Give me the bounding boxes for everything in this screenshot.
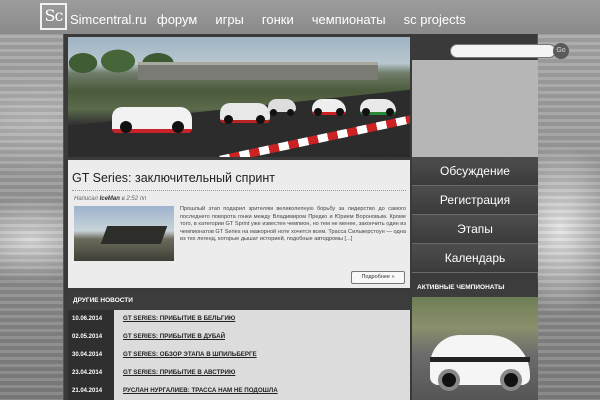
- news-date: 21.04.2014: [68, 382, 114, 400]
- hero-car: [112, 107, 192, 133]
- hero-car: [312, 99, 346, 116]
- article-title[interactable]: GT Series: заключительный спринт: [72, 171, 275, 185]
- hero-car: [220, 103, 270, 124]
- menu-stages[interactable]: Этапы: [412, 215, 538, 244]
- featured-article: GT Series: заключительный спринт Написал…: [68, 160, 410, 288]
- menu-calendar[interactable]: Календарь: [412, 244, 538, 273]
- car-wheel: [500, 369, 522, 391]
- news-date: 30.04.2014: [68, 346, 114, 364]
- nav-games[interactable]: игры: [215, 12, 244, 27]
- article-divider: [72, 190, 406, 191]
- hero-car: [360, 99, 396, 116]
- news-link[interactable]: GT SERIES: ПРИБЫТИЕ В БЕЛЬГИЮ: [114, 310, 410, 328]
- article-meta-prefix: Написал: [74, 196, 98, 202]
- hero-banner-image: [68, 37, 410, 157]
- read-more-button[interactable]: Подробнее »: [351, 271, 405, 284]
- news-link[interactable]: GT SERIES: ПРИБЫТИЕ В ДУБАЙ: [114, 328, 410, 346]
- news-item: 30.04.2014 GT SERIES: ОБЗОР ЭТАПА В ШПИЛ…: [68, 346, 410, 364]
- menu-discussion[interactable]: Обсуждение: [412, 157, 538, 186]
- nav-sc-projects[interactable]: sc projects: [404, 12, 466, 27]
- top-navigation-bar: Sc Simcentral.ru форум игры гонки чемпио…: [0, 0, 600, 34]
- other-news-list: 10.06.2014 GT SERIES: ПРИБЫТИЕ В БЕЛЬГИЮ…: [68, 310, 410, 400]
- news-link[interactable]: GT SERIES: ПРИБЫТИЕ В АВСТРИЮ: [114, 364, 410, 382]
- nav-championships[interactable]: чемпионаты: [312, 12, 386, 27]
- site-logo[interactable]: Sc: [40, 3, 67, 30]
- news-link[interactable]: GT SERIES: ОБЗОР ЭТАПА В ШПИЛЬБЕРГЕ: [114, 346, 410, 364]
- menu-registration[interactable]: Регистрация: [412, 186, 538, 215]
- car-stripe: [430, 357, 530, 362]
- active-championships-heading: АКТИВНЫЕ ЧЕМПИОНАТЫ: [412, 279, 538, 297]
- article-thumbnail[interactable]: [74, 206, 174, 261]
- article-excerpt: Прошлый этап подарил зрителям великолепн…: [180, 206, 406, 243]
- news-link[interactable]: РУСЛАН НУРГАЛИЕВ: ТРАССА НАМ НЕ ПОДОШЛА: [114, 382, 410, 400]
- news-item: 23.04.2014 GT SERIES: ПРИБЫТИЕ В АВСТРИЮ: [68, 364, 410, 382]
- search-input[interactable]: [450, 44, 556, 58]
- article-author[interactable]: IceMan: [100, 196, 120, 202]
- article-time: в 2:52 пп: [121, 196, 147, 202]
- nav-races[interactable]: гонки: [262, 12, 294, 27]
- other-news-heading: ДРУГИЕ НОВОСТИ: [68, 292, 410, 310]
- search-button[interactable]: Go: [553, 43, 569, 59]
- news-item: 21.04.2014 РУСЛАН НУРГАЛИЕВ: ТРАССА НАМ …: [68, 382, 410, 400]
- right-menu: Обсуждение Регистрация Этапы Календарь: [412, 157, 538, 273]
- main-nav: форум игры гонки чемпионаты sc projects: [157, 12, 484, 27]
- site-name-link[interactable]: Simcentral.ru: [70, 12, 147, 27]
- article-meta: Написал IceMan в 2:52 пп: [74, 196, 146, 202]
- news-date: 02.05.2014: [68, 328, 114, 346]
- right-top-panel: [412, 60, 538, 157]
- news-item: 02.05.2014 GT SERIES: ПРИБЫТИЕ В ДУБАЙ: [68, 328, 410, 346]
- news-date: 10.06.2014: [68, 310, 114, 328]
- hero-grandstand: [138, 62, 378, 80]
- car-wheel: [438, 369, 460, 391]
- nav-forum[interactable]: форум: [157, 12, 197, 27]
- news-item: 10.06.2014 GT SERIES: ПРИБЫТИЕ В БЕЛЬГИЮ: [68, 310, 410, 328]
- hero-car: [268, 99, 296, 116]
- championship-car: [430, 335, 530, 391]
- news-date: 23.04.2014: [68, 364, 114, 382]
- championship-image[interactable]: [412, 297, 538, 400]
